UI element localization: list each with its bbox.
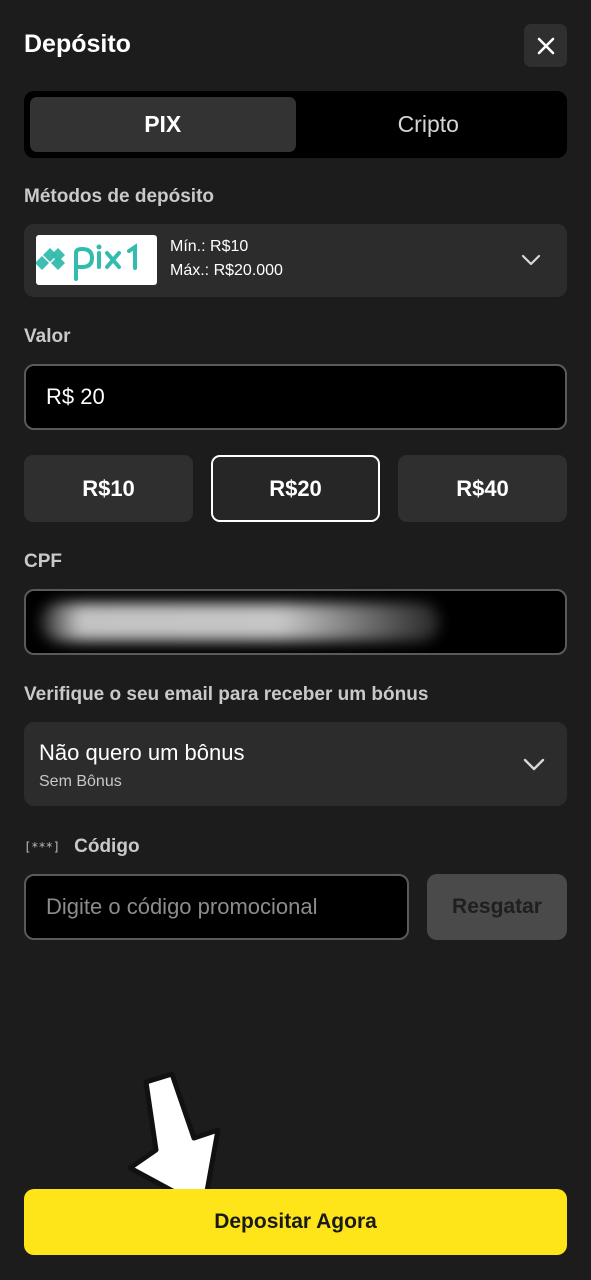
- bonus-label: Verifique o seu email para receber um bó…: [24, 684, 429, 705]
- chevron-down-icon: [521, 254, 541, 266]
- pix-icon: [36, 243, 137, 281]
- chevron-down-icon: [523, 758, 545, 771]
- tab-pix[interactable]: PIX: [30, 97, 296, 152]
- amount-button-40[interactable]: R$40: [398, 455, 567, 522]
- redeem-button[interactable]: Resgatar: [427, 874, 567, 940]
- page-title: Depósito: [24, 30, 131, 58]
- deposit-method-select[interactable]: Mín.: R$10 Máx.: R$20.000: [24, 224, 567, 297]
- payment-tabs: PIX Cripto: [24, 91, 567, 158]
- amount-button-20[interactable]: R$20: [211, 455, 380, 522]
- cpf-input[interactable]: [24, 589, 567, 655]
- deposit-modal: Depósito PIX Cripto Métodos de depósito: [0, 0, 591, 1280]
- promo-code-label-row: [***] Código: [24, 835, 140, 859]
- cpf-label: CPF: [24, 551, 62, 572]
- value-label: Valor: [24, 326, 71, 347]
- bonus-select[interactable]: Não quero um bônus Sem Bônus: [24, 722, 567, 806]
- deposit-methods-label: Métodos de depósito: [24, 186, 214, 207]
- close-button[interactable]: [524, 24, 567, 67]
- promo-code-label: Código: [74, 836, 140, 857]
- amount-button-10[interactable]: R$10: [24, 455, 193, 522]
- close-icon: [537, 37, 554, 54]
- method-min-amount: Mín.: R$10: [170, 238, 249, 255]
- bonus-selected-subtitle: Sem Bônus: [39, 773, 122, 790]
- promo-code-input[interactable]: Digite o código promocional: [24, 874, 409, 940]
- modal-header: Depósito: [24, 24, 567, 68]
- cpf-redacted-value: [40, 603, 440, 641]
- amount-input[interactable]: R$ 20: [24, 364, 567, 430]
- bonus-selected-option: Não quero um bônus: [39, 740, 245, 765]
- method-max-amount: Máx.: R$20.000: [170, 262, 283, 279]
- tab-cripto[interactable]: Cripto: [296, 97, 562, 152]
- password-code-icon: [***]: [24, 840, 61, 854]
- pix-logo: [36, 235, 157, 285]
- deposit-now-button[interactable]: Depositar Agora: [24, 1189, 567, 1255]
